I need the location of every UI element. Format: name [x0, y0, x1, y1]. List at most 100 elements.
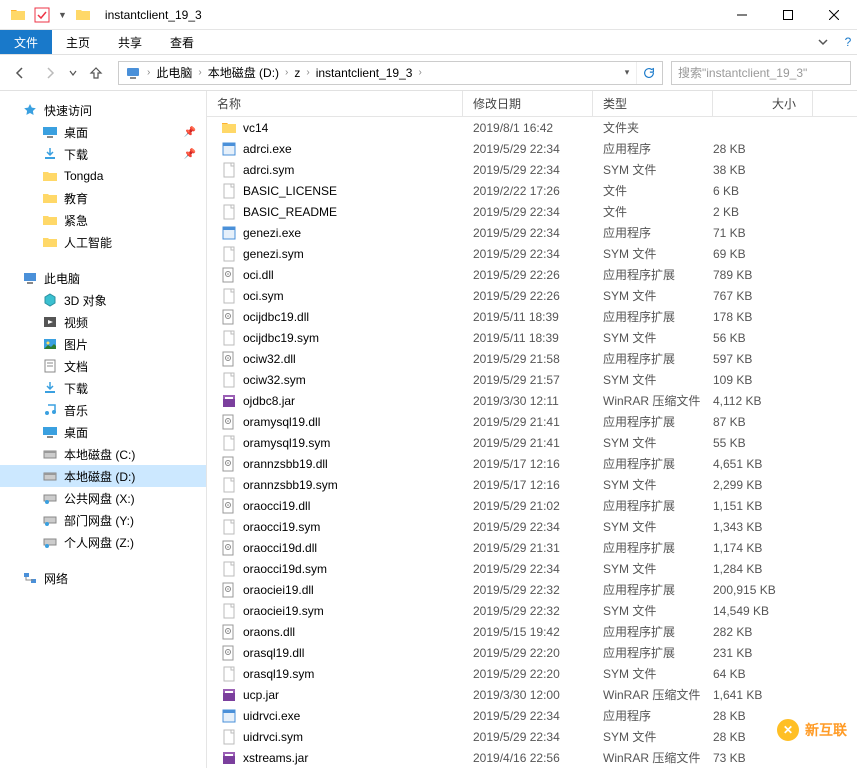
file-name: orannzsbb19.dll: [243, 457, 328, 471]
sidebar-item[interactable]: Tongda: [0, 165, 206, 187]
file-date: 2019/3/30 12:11: [463, 394, 593, 408]
sidebar-item[interactable]: 本地磁盘 (C:): [0, 443, 206, 465]
nav-back-button[interactable]: [6, 59, 34, 87]
breadcrumb-item[interactable]: z: [290, 62, 304, 84]
chevron-right-icon[interactable]: ›: [416, 67, 423, 78]
sidebar-item[interactable]: 教育: [0, 187, 206, 209]
sidebar-item[interactable]: 3D 对象: [0, 289, 206, 311]
sidebar-item[interactable]: 桌面📌: [0, 121, 206, 143]
file-row[interactable]: oraociei19.dll 2019/5/29 22:32 应用程序扩展 20…: [207, 579, 857, 600]
sidebar-this-pc[interactable]: 此电脑: [0, 267, 206, 289]
ribbon-home-tab[interactable]: 主页: [52, 30, 104, 54]
sidebar-quick-access[interactable]: 快速访问: [0, 99, 206, 121]
sidebar-item[interactable]: 视频: [0, 311, 206, 333]
ribbon-expand-icon[interactable]: [807, 30, 839, 54]
file-row[interactable]: vc14 2019/8/1 16:42 文件夹: [207, 117, 857, 138]
file-row[interactable]: ucp.jar 2019/3/30 12:00 WinRAR 压缩文件 1,64…: [207, 684, 857, 705]
chevron-right-icon[interactable]: ›: [196, 67, 203, 78]
sidebar-item[interactable]: 下载: [0, 377, 206, 399]
file-row[interactable]: BASIC_LICENSE 2019/2/22 17:26 文件 6 KB: [207, 180, 857, 201]
help-icon[interactable]: ?: [839, 30, 857, 54]
nav-history-icon[interactable]: [66, 59, 80, 87]
chevron-right-icon[interactable]: ›: [145, 67, 152, 78]
check-icon[interactable]: [34, 7, 50, 23]
sidebar-item[interactable]: 部门网盘 (Y:): [0, 509, 206, 531]
file-row[interactable]: oraocci19d.sym 2019/5/29 22:34 SYM 文件 1,…: [207, 558, 857, 579]
file-row[interactable]: oci.sym 2019/5/29 22:26 SYM 文件 767 KB: [207, 285, 857, 306]
search-input[interactable]: 搜索"instantclient_19_3": [671, 61, 851, 85]
column-header-date[interactable]: 修改日期: [463, 91, 593, 116]
titlebar-dropdown-icon[interactable]: ▼: [58, 10, 67, 20]
sidebar-item[interactable]: 下载📌: [0, 143, 206, 165]
column-header-name[interactable]: 名称: [207, 91, 463, 116]
file-size: 6 KB: [713, 184, 813, 198]
breadcrumb-item[interactable]: 此电脑: [152, 62, 196, 84]
file-row[interactable]: ojdbc8.jar 2019/3/30 12:11 WinRAR 压缩文件 4…: [207, 390, 857, 411]
column-header-size[interactable]: 大小: [713, 91, 813, 116]
file-row[interactable]: ocijdbc19.dll 2019/5/11 18:39 应用程序扩展 178…: [207, 306, 857, 327]
file-row[interactable]: oraocci19.sym 2019/5/29 22:34 SYM 文件 1,3…: [207, 516, 857, 537]
sidebar-item[interactable]: 本地磁盘 (D:): [0, 465, 206, 487]
refresh-button[interactable]: [636, 62, 660, 84]
file-row[interactable]: genezi.sym 2019/5/29 22:34 SYM 文件 69 KB: [207, 243, 857, 264]
file-date: 2019/5/29 21:02: [463, 499, 593, 513]
column-header-type[interactable]: 类型: [593, 91, 713, 116]
chevron-right-icon[interactable]: ›: [283, 67, 290, 78]
sidebar-item[interactable]: 人工智能: [0, 231, 206, 253]
file-row[interactable]: orasql19.dll 2019/5/29 22:20 应用程序扩展 231 …: [207, 642, 857, 663]
file-row[interactable]: oraons.dll 2019/5/15 19:42 应用程序扩展 282 KB: [207, 621, 857, 642]
ribbon-file-tab[interactable]: 文件: [0, 30, 52, 54]
sidebar-item[interactable]: 文档: [0, 355, 206, 377]
file-row[interactable]: orannzsbb19.sym 2019/5/17 12:16 SYM 文件 2…: [207, 474, 857, 495]
breadcrumb-item[interactable]: 本地磁盘 (D:): [204, 62, 283, 84]
file-row[interactable]: oramysql19.dll 2019/5/29 21:41 应用程序扩展 87…: [207, 411, 857, 432]
ribbon-share-tab[interactable]: 共享: [104, 30, 156, 54]
breadcrumb[interactable]: › 此电脑 › 本地磁盘 (D:) › z › instantclient_19…: [118, 61, 663, 85]
sidebar-network[interactable]: 网络: [0, 567, 206, 589]
file-row[interactable]: ocijdbc19.sym 2019/5/11 18:39 SYM 文件 56 …: [207, 327, 857, 348]
file-row[interactable]: uidrvci.sym 2019/5/29 22:34 SYM 文件 28 KB: [207, 726, 857, 747]
chevron-right-icon[interactable]: ›: [304, 67, 311, 78]
file-size: 14,549 KB: [713, 604, 813, 618]
file-name: orannzsbb19.sym: [243, 478, 338, 492]
sidebar-item[interactable]: 桌面: [0, 421, 206, 443]
close-button[interactable]: [811, 0, 857, 30]
nav-up-button[interactable]: [82, 59, 110, 87]
file-row[interactable]: oraocci19d.dll 2019/5/29 21:31 应用程序扩展 1,…: [207, 537, 857, 558]
file-name: xstreams.jar: [243, 751, 308, 765]
file-row[interactable]: orannzsbb19.dll 2019/5/17 12:16 应用程序扩展 4…: [207, 453, 857, 474]
file-row[interactable]: uidrvci.exe 2019/5/29 22:34 应用程序 28 KB: [207, 705, 857, 726]
file-row[interactable]: oci.dll 2019/5/29 22:26 应用程序扩展 789 KB: [207, 264, 857, 285]
file-name: uidrvci.sym: [243, 730, 303, 744]
file-row[interactable]: BASIC_README 2019/5/29 22:34 文件 2 KB: [207, 201, 857, 222]
file-row[interactable]: genezi.exe 2019/5/29 22:34 应用程序 71 KB: [207, 222, 857, 243]
file-row[interactable]: xstreams.jar 2019/4/16 22:56 WinRAR 压缩文件…: [207, 747, 857, 768]
file-date: 2019/5/29 22:34: [463, 226, 593, 240]
file-date: 2019/5/11 18:39: [463, 331, 593, 345]
minimize-button[interactable]: [719, 0, 765, 30]
file-date: 2019/5/29 22:26: [463, 268, 593, 282]
file-date: 2019/5/29 22:34: [463, 520, 593, 534]
sidebar-item[interactable]: 音乐: [0, 399, 206, 421]
file-row[interactable]: adrci.sym 2019/5/29 22:34 SYM 文件 38 KB: [207, 159, 857, 180]
file-row[interactable]: orasql19.sym 2019/5/29 22:20 SYM 文件 64 K…: [207, 663, 857, 684]
sidebar-item[interactable]: 公共网盘 (X:): [0, 487, 206, 509]
nav-forward-button[interactable]: [36, 59, 64, 87]
sidebar-item[interactable]: 个人网盘 (Z:): [0, 531, 206, 553]
sidebar-item[interactable]: 图片: [0, 333, 206, 355]
breadcrumb-item[interactable]: instantclient_19_3: [312, 62, 417, 84]
file-row[interactable]: oramysql19.sym 2019/5/29 21:41 SYM 文件 55…: [207, 432, 857, 453]
file-row[interactable]: ociw32.sym 2019/5/29 21:57 SYM 文件 109 KB: [207, 369, 857, 390]
file-row[interactable]: oraociei19.sym 2019/5/29 22:32 SYM 文件 14…: [207, 600, 857, 621]
file-type: 应用程序: [593, 707, 713, 724]
file-size: 28 KB: [713, 142, 813, 156]
file-row[interactable]: ociw32.dll 2019/5/29 21:58 应用程序扩展 597 KB: [207, 348, 857, 369]
file-row[interactable]: oraocci19.dll 2019/5/29 21:02 应用程序扩展 1,1…: [207, 495, 857, 516]
ribbon-view-tab[interactable]: 查看: [156, 30, 208, 54]
file-name: oraocci19d.dll: [243, 541, 317, 555]
sidebar-item[interactable]: 紧急: [0, 209, 206, 231]
file-size: 69 KB: [713, 247, 813, 261]
breadcrumb-dropdown-icon[interactable]: ▾: [618, 67, 636, 78]
file-row[interactable]: adrci.exe 2019/5/29 22:34 应用程序 28 KB: [207, 138, 857, 159]
maximize-button[interactable]: [765, 0, 811, 30]
